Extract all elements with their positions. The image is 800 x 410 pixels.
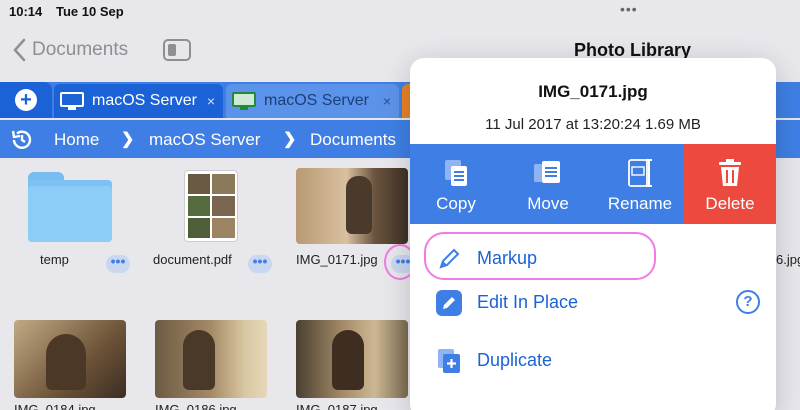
img-0187-thumbnail[interactable]: [296, 320, 408, 398]
folder-temp-icon[interactable]: [28, 172, 112, 242]
tab-label: macOS Server: [264, 92, 369, 109]
breadcrumb-separator: ❯: [283, 131, 297, 148]
breadcrumb-home[interactable]: Home: [54, 130, 99, 150]
breadcrumb-documents[interactable]: Documents: [310, 130, 396, 150]
document-pdf-thumbnail[interactable]: [184, 170, 238, 242]
monitor-icon: [232, 92, 256, 110]
action-bar: Copy Move Rename Delete: [410, 144, 776, 224]
more-button[interactable]: •••: [248, 254, 272, 273]
menu-item-edit-in-place[interactable]: Edit In Place ?: [410, 276, 776, 328]
move-icon: [534, 161, 560, 183]
tab-macos-server-active[interactable]: macOS Server ×: [54, 84, 223, 118]
file-name: IMG_0171.jpg: [296, 252, 378, 267]
menu-label: Duplicate: [477, 350, 553, 370]
status-date: Tue 10 Sep: [56, 4, 124, 19]
duplicate-icon: [438, 349, 460, 373]
status-bar: 10:14 Tue 10 Sep •••: [0, 0, 800, 24]
help-icon[interactable]: ?: [736, 290, 760, 314]
breadcrumb-macos-server[interactable]: macOS Server: [149, 130, 260, 150]
close-tab-icon[interactable]: ×: [383, 93, 391, 109]
img-0184-thumbnail[interactable]: [14, 320, 126, 398]
history-icon[interactable]: [10, 128, 34, 152]
trash-icon: [719, 159, 741, 186]
popover-file-meta: 11 Jul 2017 at 13:20:24 1.69 MB: [485, 116, 701, 133]
popover-filename: IMG_0171.jpg: [538, 82, 648, 101]
add-tab-button[interactable]: +: [0, 82, 52, 118]
tab-macos-server[interactable]: macOS Server ×: [226, 84, 399, 118]
chevron-left-icon: [13, 38, 26, 62]
delete-label: Delete: [705, 194, 755, 213]
monitor-icon: [60, 92, 84, 110]
back-label: Documents: [32, 39, 129, 60]
sidebar-toggle-icon[interactable]: [163, 39, 191, 61]
more-button[interactable]: •••: [106, 254, 130, 273]
file-name: document.pdf: [153, 252, 232, 267]
file-name: IMG_0184.jpg: [14, 402, 96, 410]
file-name: 6.jpg: [776, 252, 800, 267]
rename-label: Rename: [607, 194, 673, 213]
rename-icon: [628, 159, 652, 187]
copy-button[interactable]: Copy: [410, 144, 502, 224]
tab-label: macOS Server: [92, 92, 197, 109]
multitasking-dots[interactable]: •••: [620, 1, 638, 17]
delete-button[interactable]: Delete: [684, 144, 776, 224]
edit-icon: [436, 290, 462, 316]
rename-button[interactable]: Rename: [594, 144, 686, 224]
close-tab-icon[interactable]: ×: [207, 93, 215, 109]
file-actions-popover: IMG_0171.jpg 11 Jul 2017 at 13:20:24 1.6…: [410, 58, 776, 410]
back-button[interactable]: Documents: [12, 38, 128, 62]
img-0186-thumbnail[interactable]: [155, 320, 267, 398]
img-0171-thumbnail[interactable]: [296, 168, 408, 244]
breadcrumb-separator: ❯: [121, 131, 135, 148]
move-label: Move: [527, 194, 569, 213]
move-button[interactable]: Move: [502, 144, 594, 224]
copy-label: Copy: [436, 194, 476, 213]
file-name: IMG_0187.jpg: [296, 402, 378, 410]
copy-icon: [445, 160, 467, 186]
file-name: IMG_0186.jpg: [155, 402, 237, 410]
plus-icon: +: [15, 89, 37, 111]
markup-highlight: [424, 232, 656, 280]
file-name: temp: [40, 252, 69, 267]
status-time: 10:14: [9, 4, 43, 19]
menu-item-duplicate[interactable]: Duplicate: [410, 334, 776, 386]
menu-label: Edit In Place: [477, 292, 579, 312]
